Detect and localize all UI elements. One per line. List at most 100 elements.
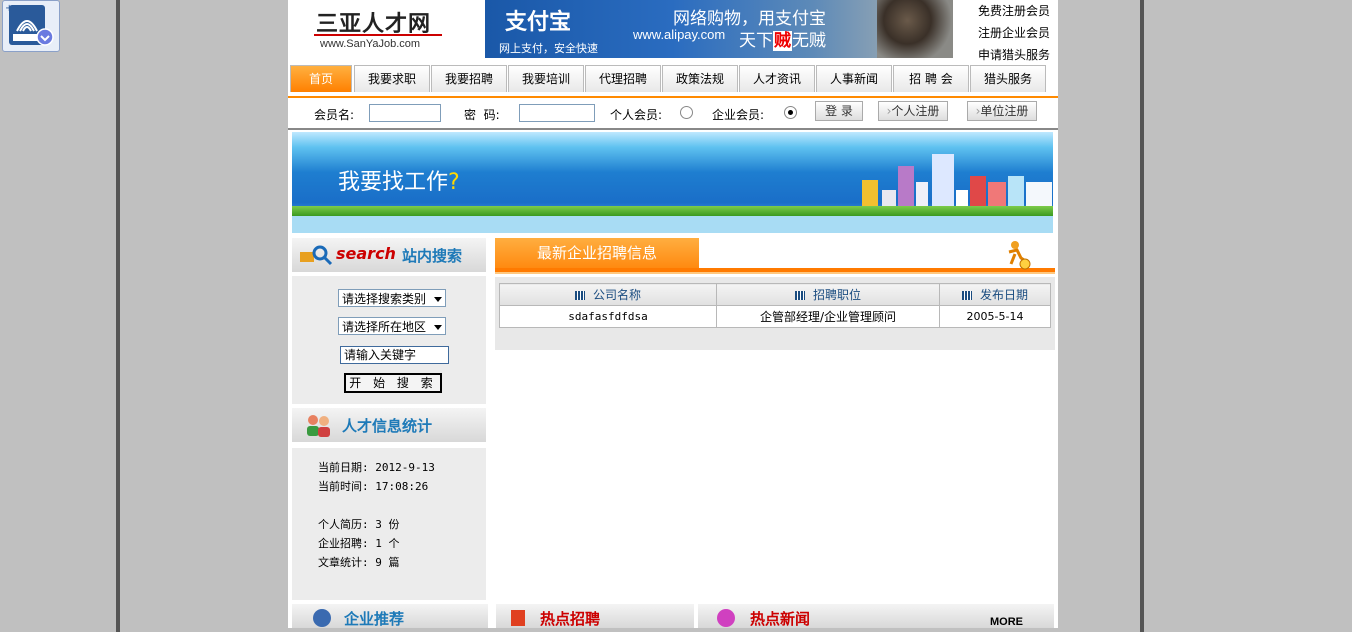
nav-job-fair[interactable]: 招 聘 会 (893, 65, 969, 92)
current-date: 当前日期: 2012-9-13 (318, 461, 435, 474)
people-icon (307, 415, 330, 437)
article-count: 文章统计: 9 篇 (318, 556, 400, 569)
table-header-row: 公司名称 招聘职位 发布日期 (499, 283, 1051, 306)
personal-register-label: 个人注册 (891, 104, 940, 118)
nav-hr-news[interactable]: 人事新闻 (816, 65, 892, 92)
cell-company[interactable]: sdafasfdfdsa (499, 305, 717, 328)
ad-url: www.alipay.com (633, 27, 726, 42)
login-bar: 会员名: 密 码: 个人会员: 企业会员: 登 录 ›个人注册 ›单位注册 (288, 98, 1058, 130)
username-input[interactable] (369, 104, 441, 122)
logo-url: www.SanYaJob.com (320, 38, 421, 50)
banner-text: 我要找工作? (338, 164, 460, 196)
search-category-select[interactable]: 请选择搜索类别 (338, 289, 446, 307)
search-panel-header: search 站内搜索 (292, 238, 486, 272)
top-links: 免费注册会员 注册企业会员 申请猎头服务 (964, 0, 1058, 66)
personal-member-label: 个人会员: (610, 108, 663, 122)
building (932, 154, 954, 212)
hot-news-title: 热点新闻 (750, 610, 811, 628)
banner-grass (292, 206, 1053, 216)
chevron-down-icon (434, 297, 442, 302)
hot-jobs-header: 热点招聘 (496, 604, 694, 628)
col-date: 发布日期 (939, 283, 1051, 306)
search-title-cn: 站内搜索 (402, 247, 463, 265)
column-grid-icon (574, 291, 585, 300)
nav-agency[interactable]: 代理招聘 (585, 65, 661, 92)
page: 三亚人才网 www.SanYaJob.com 支付宝 网上支付，安全快速 网络购… (288, 0, 1058, 628)
ad-brand-sub: 网上支付，安全快速 (499, 42, 598, 55)
box-icon (511, 610, 525, 626)
ad-slogan2: 天下贼无贼 (739, 26, 826, 51)
nav-job-seek[interactable]: 我要求职 (354, 65, 430, 92)
hot-news-header: 热点新闻 MORE (698, 604, 1054, 628)
ad-brand: 支付宝 (505, 9, 572, 35)
nav-talent-info[interactable]: 人才资讯 (739, 65, 815, 92)
cell-position[interactable]: 企管部经理/企业管理顾问 (716, 305, 940, 328)
col-company: 公司名称 (499, 283, 717, 306)
nav-recruit[interactable]: 我要招聘 (431, 65, 507, 92)
banner-question-mark: ? (448, 170, 460, 195)
right-border (1140, 0, 1144, 632)
col-position: 招聘职位 (716, 283, 940, 306)
nav-training[interactable]: 我要培训 (508, 65, 584, 92)
current-time: 当前时间: 17:08:26 (318, 480, 429, 493)
nav-home[interactable]: 首页 (290, 65, 352, 92)
col-position-label: 招聘职位 (812, 288, 861, 302)
password-input[interactable] (519, 104, 595, 122)
runner-icon (1008, 241, 1031, 270)
keyword-input[interactable]: 请输入关键字 (340, 346, 449, 364)
job-count: 企业招聘: 1 个 (318, 537, 400, 550)
svg-text:+: + (5, 3, 13, 14)
company-recommend-title: 企业推荐 (344, 610, 405, 628)
site-logo[interactable]: 三亚人才网 www.SanYaJob.com (288, 0, 468, 58)
recruit-header-line (495, 272, 1055, 274)
resume-count: 个人简历: 3 份 (318, 518, 400, 531)
stats-panel: 当前日期: 2012-9-13 当前时间: 17:08:26 个人简历: 3 份… (292, 448, 486, 600)
start-search-button[interactable]: 开 始 搜 索 (344, 373, 442, 393)
recruit-list-panel: 公司名称 招聘职位 发布日期 sdafasfdfdsa 企管部经理/企业管理顾问… (495, 277, 1055, 350)
hero-banner: 我要找工作? (292, 132, 1053, 233)
company-register-button[interactable]: ›单位注册 (967, 101, 1037, 121)
ad-slogan2-c: 无贼 (792, 31, 826, 51)
col-date-label: 发布日期 (979, 288, 1028, 302)
banner-text-main: 我要找工作 (338, 170, 449, 195)
company-register-label: 单位注册 (980, 104, 1029, 118)
search-title-en: search (336, 244, 396, 263)
chevron-down-icon (434, 325, 442, 330)
search-panel: 请选择搜索类别 请选择所在地区 请输入关键字 开 始 搜 索 (292, 276, 486, 404)
main-nav: 首页 我要求职 我要招聘 我要培训 代理招聘 政策法规 人才资讯 人事新闻 招 … (288, 64, 1058, 98)
recruit-title: 最新企业招聘信息 (495, 238, 699, 268)
hot-jobs-title: 热点招聘 (540, 610, 601, 628)
recruit-table: 公司名称 招聘职位 发布日期 sdafasfdfdsa 企管部经理/企业管理顾问… (499, 283, 1051, 328)
logo-divider (314, 34, 442, 36)
company-recommend-header: 企业推荐 (292, 604, 488, 628)
table-row[interactable]: sdafasfdfdsa 企管部经理/企业管理顾问 2005-5-14 (499, 305, 1051, 328)
login-button[interactable]: 登 录 (815, 101, 863, 121)
company-member-label: 企业会员: (712, 108, 765, 122)
col-company-label: 公司名称 (592, 288, 641, 302)
nav-policy[interactable]: 政策法规 (662, 65, 738, 92)
personal-member-radio[interactable] (680, 106, 693, 119)
top-link-register-company[interactable]: 注册企业会员 (964, 22, 1058, 44)
ad-photo (877, 0, 953, 58)
top-link-register-member[interactable]: 免费注册会员 (964, 0, 1058, 22)
recruit-header: 最新企业招聘信息 (495, 238, 1055, 276)
stats-title: 人才信息统计 (342, 417, 433, 435)
cell-date: 2005-5-14 (939, 305, 1051, 328)
search-category-value: 请选择搜索类别 (342, 292, 427, 306)
ad-slogan2-a: 天下 (739, 31, 773, 51)
top-link-headhunter[interactable]: 申请猎头服务 (964, 44, 1058, 66)
ad-slogan2-b: 贼 (773, 31, 792, 51)
left-border (116, 0, 120, 632)
more-link[interactable]: MORE (990, 616, 1023, 628)
desktop-fingerprint-icon[interactable]: + (2, 0, 60, 52)
column-grid-icon (794, 291, 805, 300)
alipay-ad-banner[interactable]: 支付宝 网上支付，安全快速 网络购物，用支付宝 www.alipay.com 天… (485, 0, 953, 58)
company-member-radio[interactable] (784, 106, 797, 119)
nav-headhunter[interactable]: 猎头服务 (970, 65, 1046, 92)
search-region-value: 请选择所在地区 (342, 320, 427, 334)
personal-register-button[interactable]: ›个人注册 (878, 101, 948, 121)
username-label: 会员名: (314, 108, 355, 122)
search-region-select[interactable]: 请选择所在地区 (338, 317, 446, 335)
globe-icon (313, 609, 331, 627)
banner-water (292, 216, 1053, 233)
